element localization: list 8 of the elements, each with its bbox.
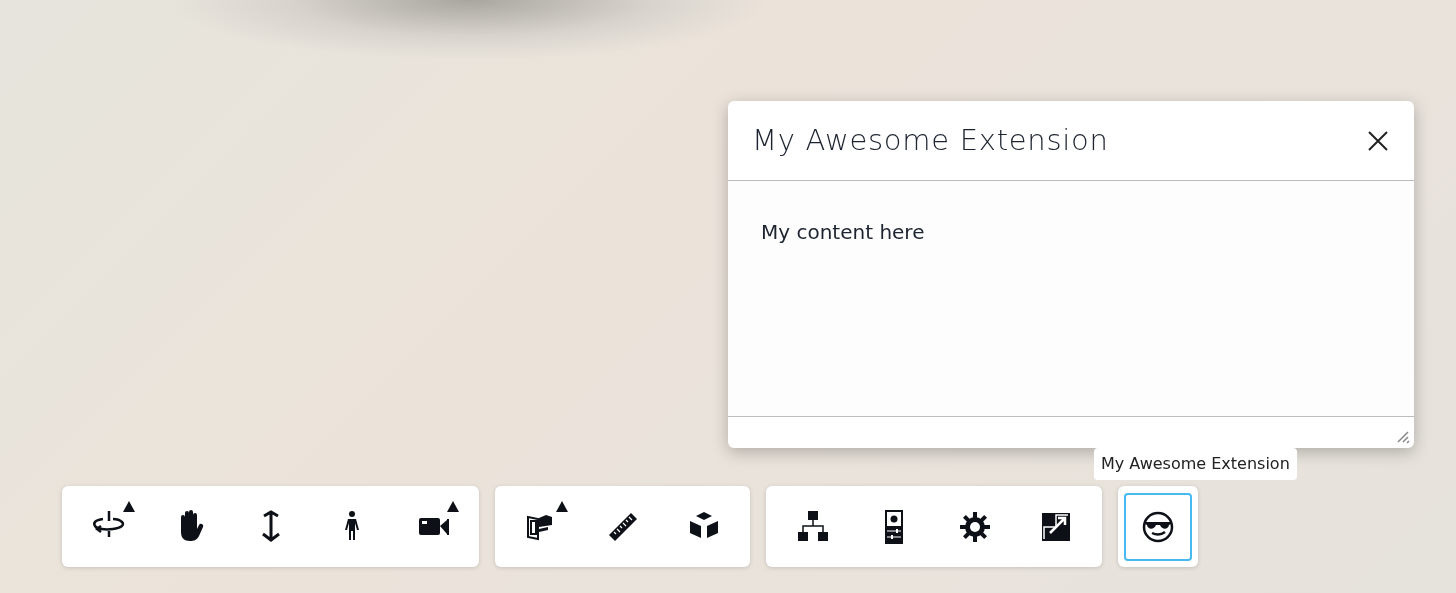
submenu-triangle-icon [556,500,568,512]
panel-content: My content here [761,219,926,246]
resize-grip-icon[interactable] [1396,430,1410,444]
panel-title: My Awesome Extension [752,121,1109,159]
tooltip: My Awesome Extension [1094,448,1297,480]
toolbar-button[interactable] [1124,492,1192,561]
submenu-triangle-icon [447,500,459,512]
submenu-triangle-icon [123,500,135,512]
